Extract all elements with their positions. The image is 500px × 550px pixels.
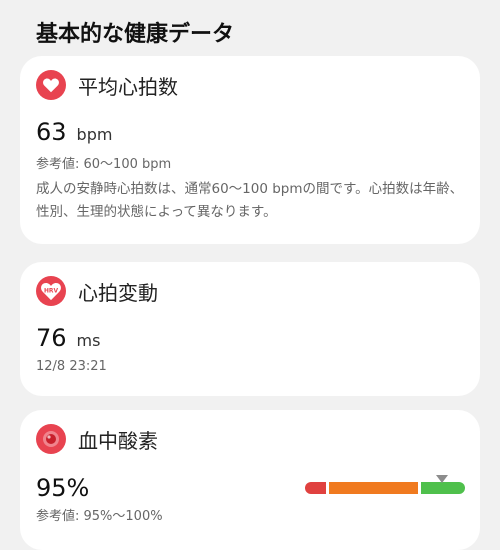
avg-heart-rate-card[interactable]: 平均心拍数 63 bpm 参考値: 60～100 bpm 成人の安静時心拍数は、… bbox=[20, 56, 480, 244]
card-title: 平均心拍数 bbox=[78, 74, 178, 99]
hrv-icon-text: HRV bbox=[44, 288, 58, 294]
card-title: 心拍変動 bbox=[78, 280, 158, 305]
hrv-value: 76 bbox=[36, 324, 67, 352]
card-header: HRV 心拍変動 bbox=[36, 276, 158, 306]
reference-range: 参考値: 95%～100% bbox=[36, 509, 163, 524]
card-header: 平均心拍数 bbox=[36, 70, 178, 100]
reference-range: 参考値: 60～100 bpm bbox=[36, 157, 172, 172]
spo2-value: 95% bbox=[36, 474, 90, 502]
measurement-time: 12/8 23:21 bbox=[36, 359, 107, 374]
heart-icon bbox=[36, 70, 66, 100]
value-row: 76 ms bbox=[36, 324, 100, 352]
section-title: 基本的な健康データ bbox=[36, 22, 235, 47]
heart-rate-value: 63 bbox=[36, 118, 67, 146]
blood-oxygen-card[interactable]: 血中酸素 95% 参考値: 95%～100% bbox=[20, 410, 480, 550]
spo2-level-bar bbox=[305, 475, 465, 494]
value-row: 63 bpm bbox=[36, 118, 112, 146]
hrv-unit: ms bbox=[76, 331, 101, 350]
hrv-heart-icon: HRV bbox=[36, 276, 66, 306]
card-header: 血中酸素 bbox=[36, 424, 158, 454]
heart-rate-unit: bpm bbox=[76, 125, 113, 144]
description: 成人の安静時心拍数は、通常60～100 bpmの間です。心拍数は年齢、性別、生理… bbox=[36, 181, 464, 220]
card-title: 血中酸素 bbox=[78, 428, 158, 453]
level-marker-icon bbox=[436, 475, 448, 483]
blood-oxygen-icon bbox=[36, 424, 66, 454]
value-row: 95% bbox=[36, 474, 89, 502]
low-range-segment bbox=[305, 482, 326, 494]
hrv-card[interactable]: HRV 心拍変動 76 ms 12/8 23:21 bbox=[20, 262, 480, 396]
mid-range-segment bbox=[329, 482, 418, 494]
